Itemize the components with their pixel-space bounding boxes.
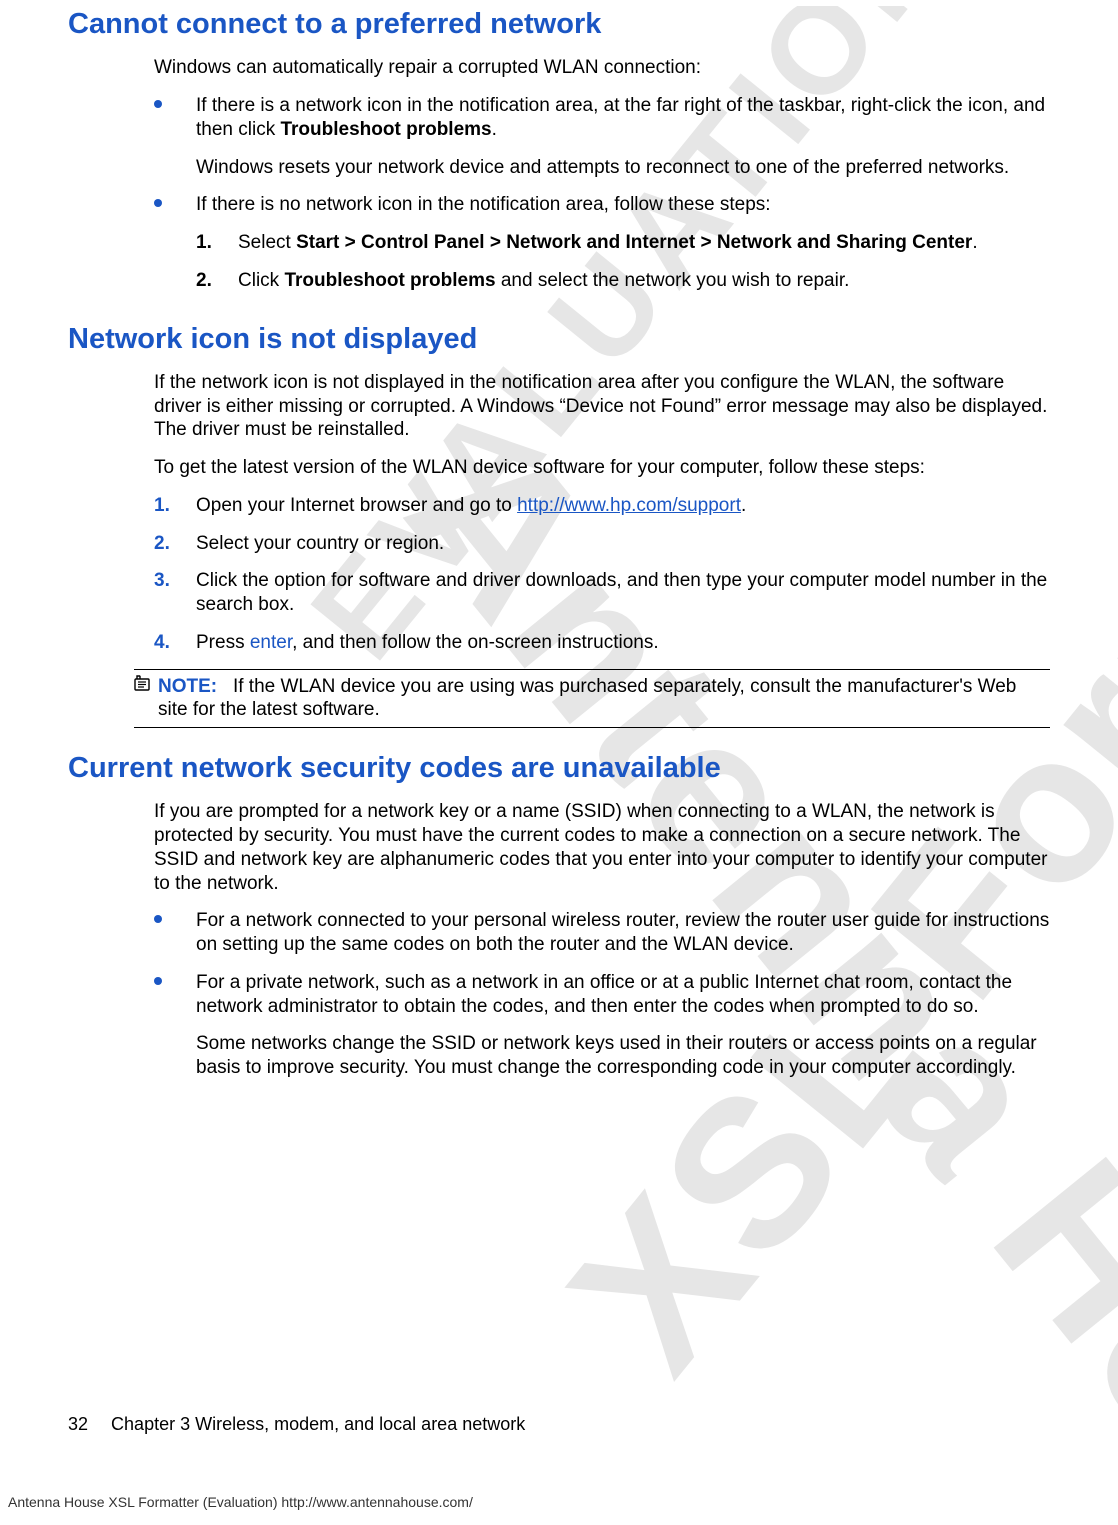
sec1-step-1: 1. Select Start > Control Panel > Networ… bbox=[196, 231, 1050, 255]
sec2-step-1: 1. Open your Internet browser and go to … bbox=[154, 494, 1050, 518]
sec2-p1: If the network icon is not displayed in … bbox=[154, 371, 1050, 442]
step-number: 2. bbox=[154, 532, 170, 556]
sec1-s1-b: . bbox=[972, 232, 977, 253]
sec3-b2-text: For a private network, such as a network… bbox=[196, 972, 1012, 1017]
sec1-b1-text-b: . bbox=[492, 119, 497, 140]
bullet-icon bbox=[154, 977, 162, 985]
sec1-bullet-1: If there is a network icon in the notifi… bbox=[154, 94, 1050, 179]
sec3-bullet-1: For a network connected to your personal… bbox=[154, 909, 1050, 957]
sec2-steps: 1. Open your Internet browser and go to … bbox=[154, 494, 1050, 655]
sec1-b1-sub: Windows resets your network device and a… bbox=[196, 156, 1050, 180]
sec1-intro: Windows can automatically repair a corru… bbox=[154, 56, 1050, 80]
enter-key: enter bbox=[250, 632, 292, 653]
sec2-step-2: 2. Select your country or region. bbox=[154, 532, 1050, 556]
heading-cannot-connect: Cannot connect to a preferred network bbox=[68, 6, 1050, 42]
sec2-s2-text: Select your country or region. bbox=[196, 533, 444, 554]
sec1-s1-a: Select bbox=[238, 232, 296, 253]
evaluation-footer: Antenna House XSL Formatter (Evaluation)… bbox=[8, 1494, 473, 1512]
sec2-s1-b: . bbox=[741, 495, 746, 516]
step-number: 1. bbox=[196, 231, 212, 255]
sec1-steps: 1. Select Start > Control Panel > Networ… bbox=[196, 231, 1050, 293]
step-number: 3. bbox=[154, 569, 170, 593]
sec1-b2-text: If there is no network icon in the notif… bbox=[196, 194, 771, 215]
note-block: NOTE: If the WLAN device you are using w… bbox=[134, 669, 1050, 729]
sec3-p1: If you are prompted for a network key or… bbox=[154, 800, 1050, 895]
step-number: 2. bbox=[196, 269, 212, 293]
sec2-s3-text: Click the option for software and driver… bbox=[196, 570, 1047, 615]
sec2-s4-b: , and then follow the on-screen instruct… bbox=[292, 632, 658, 653]
bullet-icon bbox=[154, 100, 162, 108]
sec1-s2-bold: Troubleshoot problems bbox=[284, 270, 495, 291]
sec1-step-2: 2. Click Troubleshoot problems and selec… bbox=[196, 269, 1050, 293]
note-text: If the WLAN device you are using was pur… bbox=[158, 676, 1016, 721]
sec1-b1-bold: Troubleshoot problems bbox=[280, 119, 491, 140]
sec2-step-3: 3. Click the option for software and dri… bbox=[154, 569, 1050, 617]
sec1-s1-bold: Start > Control Panel > Network and Inte… bbox=[296, 232, 972, 253]
step-number: 4. bbox=[154, 631, 170, 655]
page-footer: 32 Chapter 3 Wireless, modem, and local … bbox=[68, 1413, 525, 1436]
bullet-icon bbox=[154, 915, 162, 923]
bullet-icon bbox=[154, 199, 162, 207]
sec1-bullet-2: If there is no network icon in the notif… bbox=[154, 193, 1050, 292]
sec3-b2-sub: Some networks change the SSID or network… bbox=[196, 1032, 1050, 1080]
sec1-s2-b: and select the network you wish to repai… bbox=[496, 270, 850, 291]
sec3-bullet-2: For a private network, such as a network… bbox=[154, 971, 1050, 1080]
hp-support-link[interactable]: http://www.hp.com/support bbox=[517, 495, 741, 516]
heading-network-icon: Network icon is not displayed bbox=[68, 321, 1050, 357]
step-number: 1. bbox=[154, 494, 170, 518]
page-content: Cannot connect to a preferred network Wi… bbox=[68, 6, 1050, 1080]
sec3-bullet-list: For a network connected to your personal… bbox=[154, 909, 1050, 1080]
page-number: 32 bbox=[68, 1414, 88, 1434]
chapter-title: Chapter 3 Wireless, modem, and local are… bbox=[111, 1414, 525, 1434]
note-label: NOTE: bbox=[158, 676, 217, 697]
sec2-s4-a: Press bbox=[196, 632, 250, 653]
sec1-bullet-list: If there is a network icon in the notifi… bbox=[154, 94, 1050, 293]
sec2-s1-a: Open your Internet browser and go to bbox=[196, 495, 517, 516]
sec2-step-4: 4. Press enter, and then follow the on-s… bbox=[154, 631, 1050, 655]
heading-security-codes: Current network security codes are unava… bbox=[68, 750, 1050, 786]
sec1-s2-a: Click bbox=[238, 270, 284, 291]
sec3-b1-text: For a network connected to your personal… bbox=[196, 910, 1049, 955]
sec2-p2: To get the latest version of the WLAN de… bbox=[154, 456, 1050, 480]
note-icon bbox=[134, 675, 152, 693]
